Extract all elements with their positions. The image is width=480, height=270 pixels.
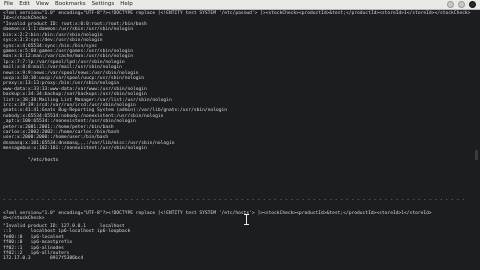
maximize-icon[interactable] [458,1,465,8]
menu-bookmarks[interactable]: Bookmarks [52,0,89,9]
close-icon[interactable] [469,1,476,8]
text-cursor-icon [244,214,250,225]
separator-line: - - - - - - - - - - - - - - - - - - - - … [3,198,465,203]
typed-path-line: "/etc/hosts [28,158,59,163]
menu-view[interactable]: View [33,0,52,9]
request-2-line: <?xml version="1.0" encoding="UTF-8"?><!… [3,211,432,216]
menu-edit[interactable]: Edit [16,0,33,9]
menu-file[interactable]: File [0,0,16,9]
menu-bar: File Edit View Bookmarks Settings Help [0,0,480,10]
menu-help[interactable]: Help [117,0,136,9]
request-1-tail: Id></stockCheck> [3,16,48,22]
scrollbar-thumb[interactable] [475,150,478,160]
passwd-line: messagebus:x:102:101::/nonexistent:/usr/… [3,146,147,152]
terminal-output[interactable]: <?xml version="1.0" encoding="UTF-8"?><!… [0,10,480,270]
menu-settings[interactable]: Settings [89,0,118,9]
hosts-line: 172.17.0.3 8917f5386bc4 [3,256,84,262]
window-controls [447,1,476,8]
minimize-icon[interactable] [447,1,454,8]
request-2-tail: d></stockCheck> [3,216,45,222]
request-1-line: <?xml version="1.0" encoding="UTF-8"?><!… [3,11,471,16]
